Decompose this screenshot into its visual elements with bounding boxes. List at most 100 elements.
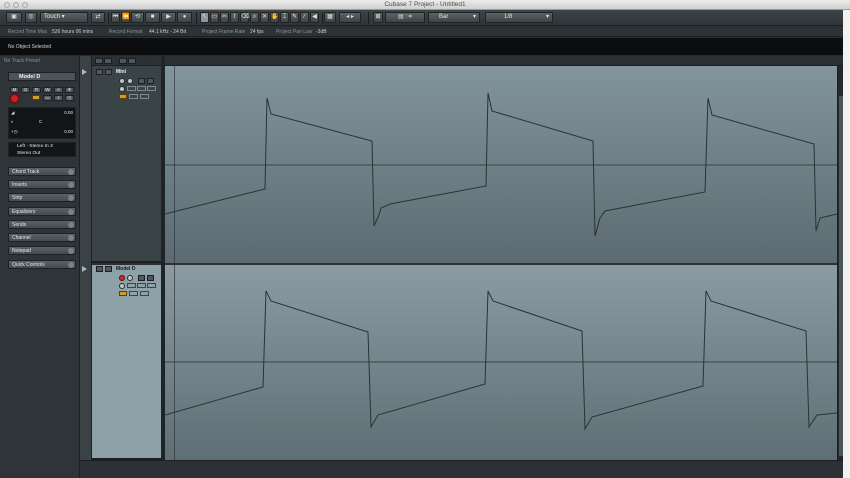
timebase-icon[interactable] xyxy=(147,86,156,91)
track-name[interactable]: Model D xyxy=(116,266,135,272)
track-list-solo-icon[interactable] xyxy=(104,58,112,64)
timebase-icon[interactable] xyxy=(147,283,156,288)
audio-event-mini[interactable] xyxy=(165,66,837,263)
glue-tool-icon[interactable]: ⌇ xyxy=(230,12,239,23)
audio-event-model-d[interactable] xyxy=(165,265,837,460)
snap-toggle-icon[interactable]: ⊠ xyxy=(373,12,383,23)
section-channel[interactable]: Channel xyxy=(8,233,76,242)
search-icon[interactable] xyxy=(146,58,152,64)
track-list-write-icon[interactable] xyxy=(128,58,136,64)
line-tool-icon[interactable]: ⁄ xyxy=(300,12,309,23)
rewind-icon[interactable]: ⏪ xyxy=(121,12,130,23)
edit-icon[interactable] xyxy=(119,86,125,92)
lanes-icon[interactable] xyxy=(137,86,146,91)
routing-panel[interactable]: Left - Stereo In 3 Stereo Out xyxy=(8,142,76,157)
split-tool-icon[interactable]: ✂ xyxy=(220,12,229,23)
lanes-icon[interactable] xyxy=(137,283,146,288)
read-icon[interactable]: R xyxy=(32,87,41,93)
monitor-icon[interactable] xyxy=(127,275,133,281)
track-solo-icon[interactable] xyxy=(105,266,112,272)
track-list-mute-icon[interactable] xyxy=(95,58,103,64)
timebase-icon[interactable]: ◷ xyxy=(65,95,74,101)
pan-law-value: -3dB xyxy=(316,29,327,35)
vertical-scrollbar[interactable] xyxy=(837,66,843,470)
time-warp-tool-icon[interactable]: ⌶ xyxy=(280,12,289,23)
section-sends[interactable]: Sends xyxy=(8,220,76,229)
expand-arrow-icon[interactable] xyxy=(82,266,87,272)
project-cursor[interactable] xyxy=(174,66,175,460)
section-quick-controls[interactable]: Quick Controls xyxy=(8,260,76,269)
track-header-mini[interactable]: Mini xyxy=(92,66,161,263)
write-automation-icon[interactable] xyxy=(147,78,154,84)
freeze-icon[interactable]: ❄ xyxy=(65,87,74,93)
inspector-track-name: Model D xyxy=(19,74,41,80)
section-notepad[interactable]: Notepad xyxy=(8,246,76,255)
horizontal-scrollbar[interactable] xyxy=(80,460,843,478)
more-icon[interactable] xyxy=(140,291,149,296)
vertical-scrollbar-thumb[interactable] xyxy=(839,96,843,456)
lanes-icon[interactable]: ≡ xyxy=(54,95,63,101)
constrain-delay-button[interactable]: ◎ xyxy=(25,12,37,23)
section-toggle-icon xyxy=(68,209,74,215)
automation-mode-select[interactable]: Touch ▾ xyxy=(40,12,88,23)
section-inserts[interactable]: Inserts xyxy=(8,180,76,189)
lock-icon[interactable] xyxy=(127,86,136,91)
go-to-start-icon[interactable]: ⏮ xyxy=(111,12,120,23)
read-automation-icon[interactable] xyxy=(138,275,145,281)
stop-button[interactable]: ■ xyxy=(145,12,160,23)
expand-arrow-icon[interactable] xyxy=(82,69,87,75)
draw-tool-icon[interactable]: ✎ xyxy=(290,12,299,23)
nudge-buttons[interactable]: ◂ ▸ xyxy=(339,12,361,23)
lock-icon[interactable]: ▭ xyxy=(43,95,52,101)
monitor-button[interactable] xyxy=(32,95,40,100)
section-strip[interactable]: Strip xyxy=(8,193,76,202)
timeline-ruler[interactable] xyxy=(165,56,843,66)
object-selection-tool-icon[interactable]: ↖ xyxy=(200,12,209,23)
solo-icon[interactable]: S xyxy=(21,87,30,93)
record-enable-icon[interactable] xyxy=(119,275,125,281)
read-automation-icon[interactable] xyxy=(138,78,145,84)
zoom-tool-icon[interactable]: ⌕ xyxy=(250,12,259,23)
write-automation-icon[interactable] xyxy=(147,275,154,281)
grid-type-select[interactable]: Bar ▾ xyxy=(428,12,480,23)
grid-type-buttons[interactable]: ▤ ⫶ ⌗ xyxy=(385,12,425,23)
input-routing[interactable]: Left - Stereo In 3 xyxy=(17,144,53,149)
comp-tool-icon[interactable]: ✋ xyxy=(270,12,279,23)
play-button[interactable]: ▶ xyxy=(161,12,176,23)
inspector-track-header[interactable]: Model D xyxy=(8,72,76,81)
output-routing[interactable]: Stereo Out xyxy=(17,151,40,156)
track-header-model-d[interactable]: Model D xyxy=(92,265,161,460)
activate-project-button[interactable]: ▣ xyxy=(6,12,22,23)
color-menu-icon[interactable]: ▦ xyxy=(324,12,336,23)
section-chord-track[interactable]: Chord Track xyxy=(8,167,76,176)
track-list-read-icon[interactable] xyxy=(119,58,127,64)
track-solo-icon[interactable] xyxy=(105,69,112,75)
record-button[interactable]: ● xyxy=(177,12,192,23)
mute-tool-icon[interactable]: ✕ xyxy=(260,12,269,23)
edit-channel-icon[interactable]: e xyxy=(54,87,63,93)
track-name[interactable]: Mini xyxy=(116,69,126,75)
erase-tool-icon[interactable]: ⌫ xyxy=(240,12,249,23)
edit-icon[interactable] xyxy=(119,283,125,289)
folder-icon[interactable] xyxy=(129,291,138,296)
section-equalizers[interactable]: Equalizers xyxy=(8,207,76,216)
folder-icon[interactable] xyxy=(129,94,138,99)
monitor-icon[interactable] xyxy=(127,78,133,84)
range-tool-icon[interactable]: ▭ xyxy=(210,12,219,23)
record-enable-icon[interactable] xyxy=(119,78,125,84)
inspector-fader-panel[interactable]: ◢ 0.00 C ◐ +◷ 0.00 xyxy=(8,107,76,139)
track-mute-icon[interactable] xyxy=(96,69,103,75)
track-preset-label[interactable]: No Track Preset xyxy=(4,58,40,64)
cycle-icon[interactable]: ⟲ xyxy=(131,12,144,23)
write-icon[interactable]: W xyxy=(43,87,52,93)
frame-rate-label: Project Frame Rate xyxy=(202,29,246,35)
monitor-orange-icon[interactable] xyxy=(119,94,127,99)
play-tool-icon[interactable]: ◀ xyxy=(310,12,319,23)
lock-icon[interactable] xyxy=(127,283,136,288)
quantize-select[interactable]: 1/8 ▾ xyxy=(485,12,553,23)
autoscroll-button[interactable]: ⇄ xyxy=(91,12,105,23)
track-mute-icon[interactable] xyxy=(96,266,103,272)
monitor-orange-icon[interactable] xyxy=(119,291,127,296)
more-icon[interactable] xyxy=(140,94,149,99)
record-enable-button[interactable] xyxy=(9,93,20,104)
